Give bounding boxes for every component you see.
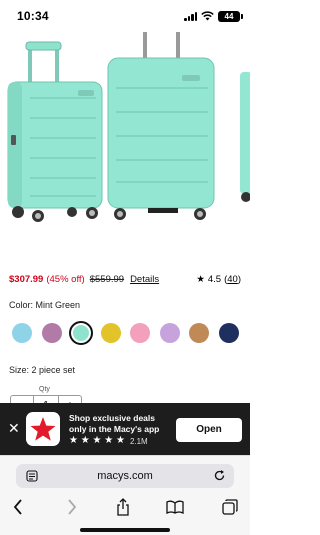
browser-chrome: macys.com [0,455,250,535]
address-bar[interactable]: macys.com [16,464,234,488]
banner-line-1: Shop exclusive deals [69,413,155,423]
macys-star-logo [26,412,60,446]
banner-message: Shop exclusive deals only in the Macy's … [69,413,169,435]
color-swatch-navy[interactable] [218,323,239,343]
color-swatch-tan[interactable] [189,323,209,343]
home-indicator [80,528,170,532]
color-swatch-lavender[interactable] [159,323,180,343]
url-text: macys.com [97,470,153,482]
open-app-button[interactable]: Open [176,418,242,442]
price-row: $307.99 (45% off) $559.99 Details ★ 4.5 … [9,272,241,286]
rating-value: 4.5 [207,273,222,285]
color-swatches [10,321,240,345]
sale-price: $307.99 [9,273,44,285]
share-icon[interactable] [113,498,133,516]
color-swatch-mint-green[interactable] [69,321,93,345]
original-price: $559.99 [89,273,125,285]
color-swatch-yellow[interactable] [100,323,121,343]
size-label: Size: 2 piece set [9,365,76,375]
bookmarks-icon[interactable] [165,498,185,516]
cellular-signal-icon [184,11,197,21]
app-promo-banner: ✕ Shop exclusive deals only in the Macy'… [0,403,250,455]
battery-icon: 44 [218,10,243,22]
product-image[interactable] [0,30,252,260]
color-swatch-mauve[interactable] [41,323,62,343]
close-icon[interactable]: ✕ [8,421,20,435]
color-label: Color: Mint Green [9,300,81,310]
browser-toolbar [0,496,250,518]
review-count-link[interactable]: (40) [224,274,241,285]
status-icons: 44 [184,10,243,22]
back-icon[interactable] [8,498,28,516]
details-link[interactable]: Details [130,274,159,285]
qty-label: Qty [39,386,50,393]
banner-rating: ★ ★ ★ ★ ★ 2.1M [69,436,148,446]
rating-stars-icon: ★ ★ ★ ★ ★ [69,435,125,446]
wifi-icon [201,11,214,21]
status-bar: 10:34 44 [0,0,250,30]
banner-line-2: only in the Macy's app [69,424,160,434]
status-time: 10:34 [17,9,49,23]
forward-icon[interactable] [62,498,82,516]
color-swatch-pink[interactable] [130,323,150,343]
percent-off: (45% off) [46,273,85,285]
star-icon: ★ [196,273,205,285]
banner-rating-count: 2.1M [129,436,148,446]
color-swatch-light-blue[interactable] [12,323,32,343]
tabs-icon[interactable] [220,498,240,516]
review-count: 40 [227,273,238,285]
rating[interactable]: ★ 4.5 (40) [196,274,241,285]
reload-icon[interactable] [213,469,226,482]
